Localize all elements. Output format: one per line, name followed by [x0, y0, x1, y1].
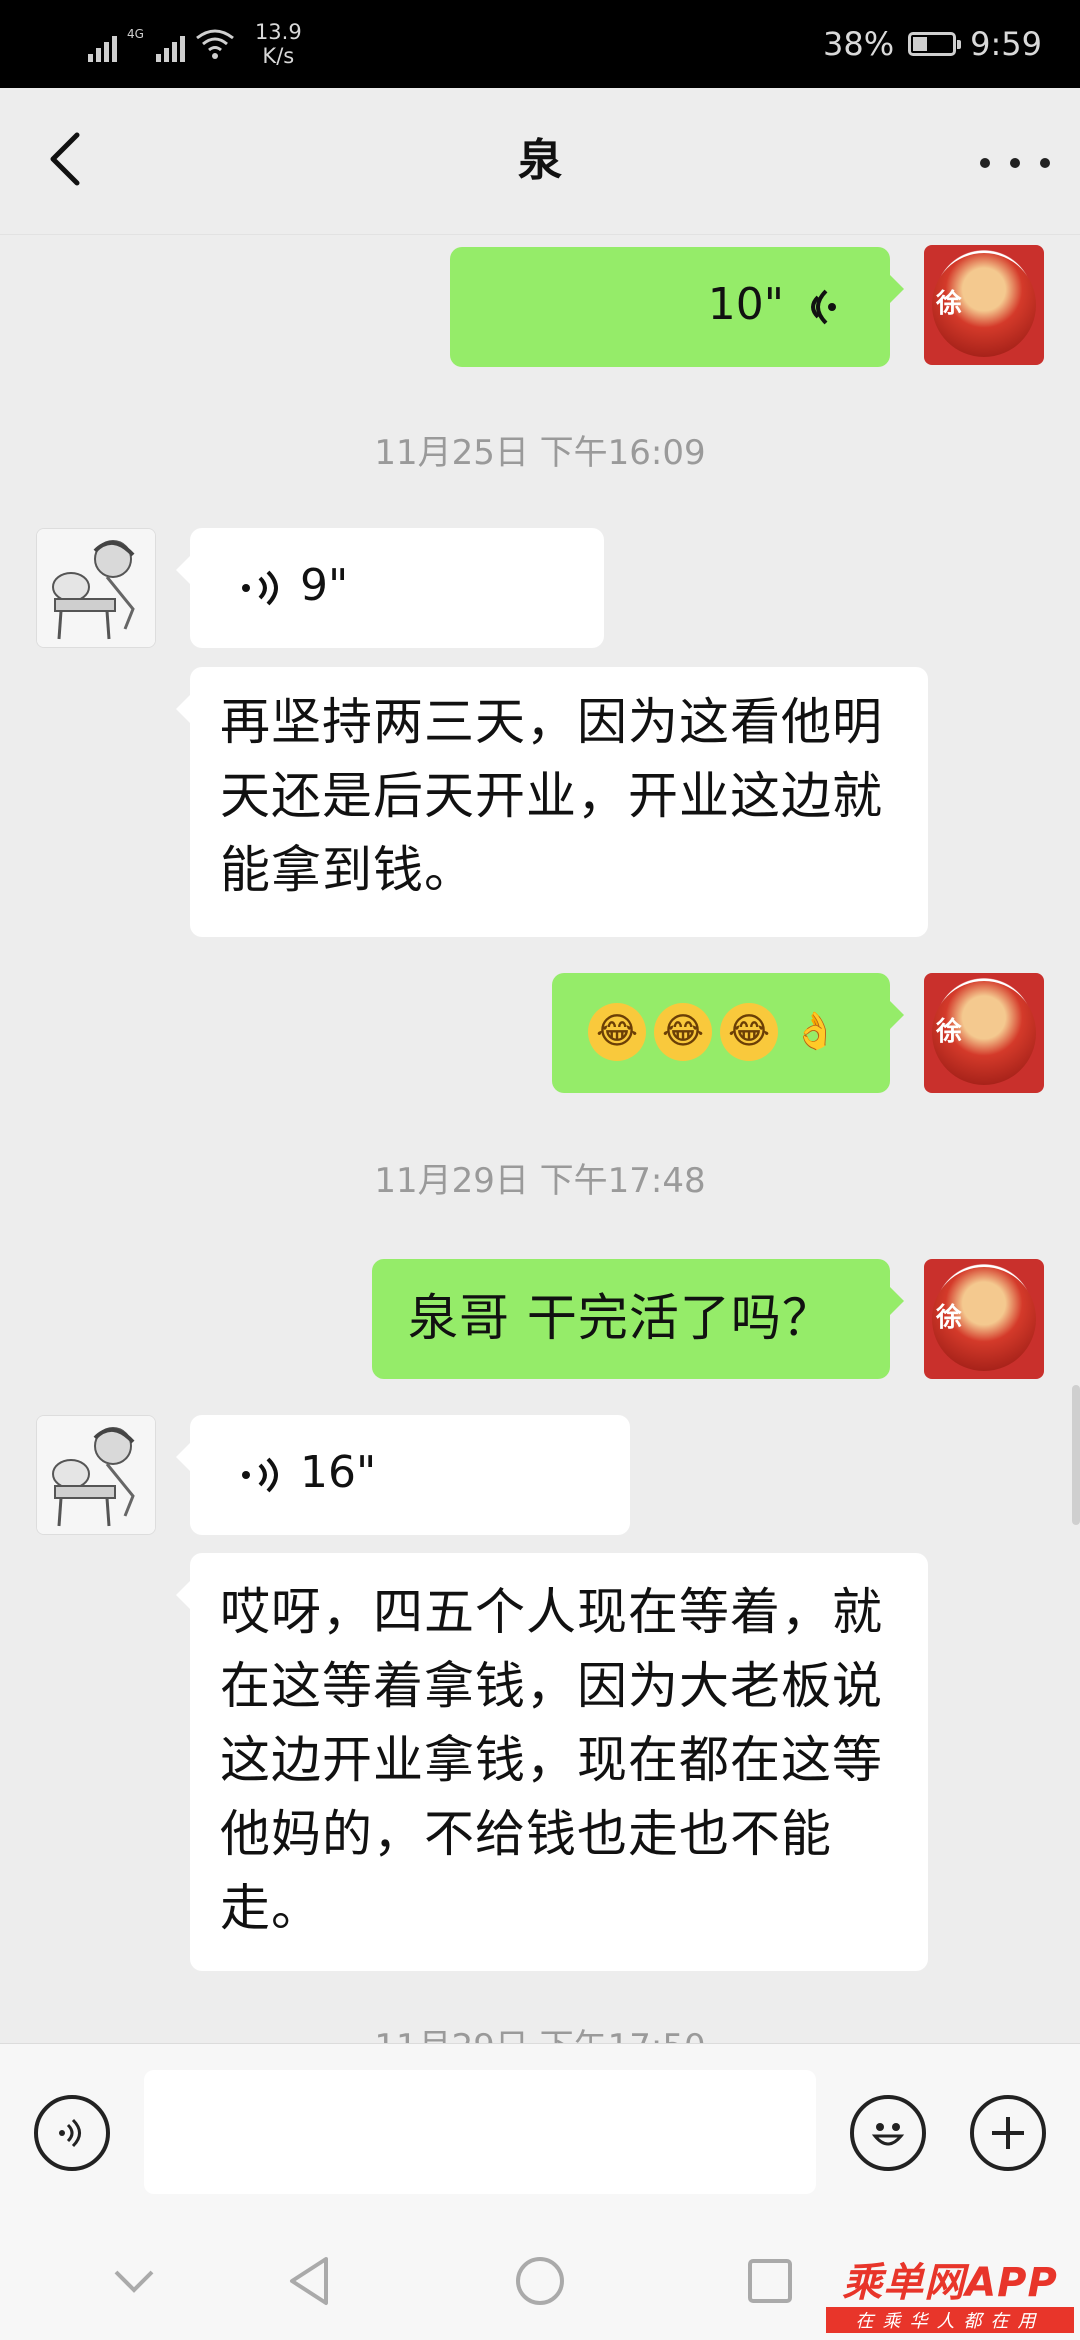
- network-speed-unit: K/s: [262, 44, 295, 68]
- emoji-ok-hand: 👌: [792, 1011, 838, 1052]
- home-circle-icon: [516, 2257, 564, 2305]
- message-list[interactable]: 10" 徐 11月25日 下午16:09 9" 再坚持两三天，因为这看他明天还是…: [0, 235, 1080, 2043]
- clock: 9:59: [970, 25, 1042, 63]
- plus-icon: [992, 2117, 1024, 2149]
- more-options-button[interactable]: [980, 138, 1050, 188]
- emoji-laugh-cry: 😂: [654, 1003, 712, 1061]
- status-bar: 4G 13.9 K/s 38% 9:59: [0, 0, 1080, 88]
- ellipsis-dot: [1010, 158, 1020, 168]
- self-avatar-text: 徐: [936, 1303, 963, 1333]
- message-text: 泉哥 干完活了吗？: [408, 1289, 833, 1347]
- network-speed-value: 13.9: [254, 20, 302, 44]
- cartoon-avatar-icon: [37, 1416, 155, 1534]
- status-right: 38% 9:59: [823, 0, 1042, 88]
- incoming-voice-message[interactable]: 9": [176, 528, 604, 648]
- outgoing-emoji-message[interactable]: 😂 😂 😂 👌: [552, 973, 904, 1093]
- input-bar: [0, 2043, 1080, 2222]
- friend-avatar[interactable]: [36, 528, 156, 648]
- network-speed: 13.9 K/s: [255, 20, 302, 68]
- scroll-indicator[interactable]: [1072, 1385, 1080, 1525]
- emoji-icon: [871, 2123, 905, 2146]
- ellipsis-dot: [1040, 158, 1050, 168]
- battery-icon: [908, 32, 962, 56]
- message-timestamp-partial: 11月29日 下午17:50: [0, 2019, 1080, 2043]
- outgoing-voice-message[interactable]: 10": [450, 247, 904, 367]
- voice-duration: 10": [707, 279, 784, 330]
- recents-square-icon: [748, 2259, 792, 2303]
- chat-header: 泉: [0, 88, 1080, 235]
- watermark-title: 乘单网APP: [842, 2260, 1058, 2306]
- voice-wave-icon: [811, 289, 836, 325]
- back-triangle-icon: [290, 2257, 328, 2305]
- message-input[interactable]: [144, 2070, 816, 2194]
- plus-button[interactable]: [970, 2095, 1046, 2171]
- nav-back-button[interactable]: [274, 2245, 346, 2317]
- message-text: 再坚持两三天，因为这看他明天还是后天开业，开业这边就能拿到钱。: [220, 693, 883, 899]
- ellipsis-icon: [980, 158, 990, 168]
- self-avatar[interactable]: 徐: [924, 973, 1044, 1093]
- watermark-subtitle: 在乘华人都在用: [826, 2307, 1074, 2333]
- voice-wave-icon: [242, 1457, 278, 1493]
- nav-home-button[interactable]: [504, 2245, 576, 2317]
- voice-toggle-button[interactable]: [34, 2095, 110, 2171]
- nav-recents-button[interactable]: [734, 2245, 806, 2317]
- network-type-label: 4G: [127, 27, 144, 41]
- signal-strength-icon: [88, 26, 117, 62]
- watermark-logo: 乘单网APP 在乘华人都在用: [826, 2261, 1074, 2333]
- self-avatar-text: 徐: [936, 289, 963, 319]
- system-nav-bar: 乘单网APP 在乘华人都在用: [0, 2221, 1080, 2340]
- self-avatar-text: 徐: [936, 1017, 963, 1047]
- emoji-laugh-cry: 😂: [720, 1003, 778, 1061]
- wifi-icon: [196, 29, 234, 59]
- chat-title: 泉: [518, 135, 562, 186]
- incoming-voice-message[interactable]: 16": [176, 1415, 630, 1535]
- nav-collapse-button[interactable]: [98, 2245, 170, 2317]
- voice-toggle-icon: [59, 2118, 81, 2148]
- emoji-button[interactable]: [850, 2095, 926, 2171]
- emoji-laugh-cry: 😂: [588, 1003, 646, 1061]
- self-avatar[interactable]: 徐: [924, 245, 1044, 365]
- message-timestamp: 11月29日 下午17:48: [374, 1161, 706, 1201]
- signal-strength-icon-2: [155, 26, 185, 62]
- incoming-text-message[interactable]: 哎呀，四五个人现在等着，就在这等着拿钱，因为大老板说这边开业拿钱，现在都在这等他…: [176, 1553, 928, 1971]
- chevron-down-icon: [114, 2270, 154, 2293]
- incoming-text-message[interactable]: 再坚持两三天，因为这看他明天还是后天开业，开业这边就能拿到钱。: [176, 667, 928, 937]
- message-timestamp: 11月25日 下午16:09: [374, 433, 706, 473]
- status-left: 4G 13.9 K/s: [88, 16, 302, 72]
- battery-percent: 38%: [823, 25, 895, 63]
- voice-duration: 9": [300, 560, 349, 611]
- voice-duration: 16": [300, 1447, 377, 1498]
- self-avatar[interactable]: 徐: [924, 1259, 1044, 1379]
- outgoing-text-message[interactable]: 泉哥 干完活了吗？: [372, 1259, 904, 1379]
- cartoon-avatar-icon: [37, 529, 155, 647]
- voice-wave-icon: [242, 570, 278, 606]
- message-text: 哎呀，四五个人现在等着，就在这等着拿钱，因为大老板说这边开业拿钱，现在都在这等他…: [220, 1583, 883, 1937]
- friend-avatar[interactable]: [36, 1415, 156, 1535]
